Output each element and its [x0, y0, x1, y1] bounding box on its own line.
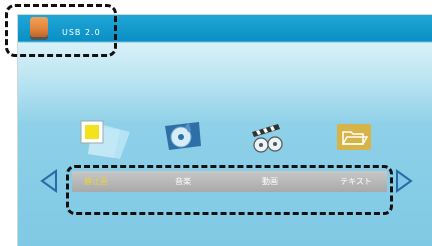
category-photo[interactable]: 静止画: [66, 171, 126, 192]
device-label: USB 2.0: [62, 28, 101, 37]
category-video[interactable]: 動画: [240, 171, 300, 192]
category-music[interactable]: 音楽: [153, 171, 213, 192]
photo-icon[interactable]: [80, 120, 134, 160]
previous-arrow-icon[interactable]: [40, 169, 58, 193]
video-icon[interactable]: [250, 122, 286, 154]
folder-icon[interactable]: [337, 124, 371, 150]
category-text[interactable]: テキスト: [326, 171, 386, 192]
music-icon[interactable]: [163, 122, 203, 152]
usb-drive-icon: [30, 17, 48, 37]
next-arrow-icon[interactable]: [395, 169, 413, 193]
